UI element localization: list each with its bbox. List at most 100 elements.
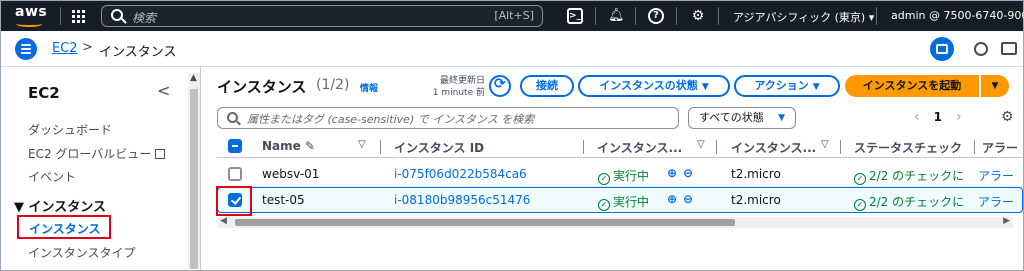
sidebar-item-label: インスタンス	[29, 222, 101, 236]
caret-down-icon: ▼	[701, 82, 709, 92]
state-filter-select[interactable]: すべての状態 ▼	[688, 107, 796, 129]
highlight-annotation	[216, 186, 252, 216]
page-title: インスタンス	[217, 78, 307, 96]
nav-divider	[876, 7, 877, 25]
cloudshell-icon[interactable]: >_	[567, 8, 583, 24]
zoom-out-icon[interactable]: ⊖	[683, 166, 693, 180]
sort-icon[interactable]: ▽	[821, 139, 829, 150]
scroll-up-icon[interactable]: ▲	[190, 73, 197, 83]
breadcrumb-ec2-link[interactable]: EC2	[52, 41, 78, 56]
bell-icon[interactable]: 🔔︎	[608, 8, 625, 24]
instance-search-input[interactable]: 属性またはタグ (case-sensitive) で インスタンス を検索	[217, 107, 679, 129]
nav-divider	[595, 7, 596, 25]
column-header-status-check[interactable]: ステータスチェック	[854, 139, 974, 156]
table-row[interactable]: websv-01 i-075f06d022b584ca6 ✓ 実行中 ⊕ ⊖ t2…	[217, 161, 1023, 187]
launch-dropdown-button[interactable]: ▼	[981, 75, 1009, 97]
column-divider[interactable]	[583, 140, 584, 154]
info-link[interactable]: 情報	[360, 81, 378, 94]
column-divider[interactable]	[974, 140, 975, 154]
refresh-button[interactable]	[489, 75, 511, 97]
table-horizontal-scrollbar[interactable]: ◀ ▶	[217, 216, 1013, 228]
help-icon[interactable]: ?	[648, 8, 664, 24]
column-header-alarm[interactable]: アラー	[982, 139, 1018, 156]
actions-label: アクション	[754, 79, 809, 92]
status-check: ✓ 2/2 のチェックに	[854, 167, 964, 185]
sidebar-item-instances[interactable]: インスタンス	[17, 215, 111, 239]
table-header: Name ✎ ▽ インスタンス ID インスタンス... ▽ インスタンス...…	[217, 136, 1023, 158]
instance-state-label: 実行中	[613, 195, 650, 209]
settings-hex-icon[interactable]	[974, 42, 988, 56]
scroll-right-icon[interactable]: ▶	[1003, 216, 1010, 226]
column-divider[interactable]	[840, 140, 841, 154]
breadcrumb-current: インスタンス	[99, 45, 177, 60]
actions-button[interactable]: アクション ▼	[734, 75, 840, 97]
instance-name: websv-01	[262, 167, 320, 181]
aws-logo-text: aws	[15, 4, 48, 20]
search-shortcut: [Alt+S]	[494, 9, 534, 22]
zoom-out-icon[interactable]: ⊖	[683, 192, 693, 206]
top-navigation: aws 検索 [Alt+S] >_ 🔔︎ ? ⚙ アジアパシフィック (東京) …	[1, 1, 1024, 31]
search-placeholder: 検索	[132, 11, 157, 25]
column-divider[interactable]	[716, 140, 717, 154]
status-check-label: 2/2 のチェックに	[869, 195, 965, 209]
instance-state-label: 実行中	[613, 169, 650, 183]
alarm-link[interactable]: アラー	[978, 193, 1014, 210]
sidebar-section-instances[interactable]: ▼ インスタンス	[14, 196, 106, 215]
region-selector[interactable]: アジアパシフィック (東京) ▾	[733, 9, 874, 25]
column-header-instance-id[interactable]: インスタンス ID	[394, 139, 484, 156]
alarm-link[interactable]: アラー	[978, 167, 1014, 184]
search-icon	[111, 9, 123, 21]
sort-icon[interactable]: ▽	[697, 139, 705, 150]
next-page-icon[interactable]: ›	[956, 109, 962, 125]
check-circle-icon: ✓	[598, 173, 610, 185]
current-page[interactable]: 1	[934, 110, 942, 124]
instance-state-button[interactable]: インスタンスの状態 ▼	[578, 75, 730, 97]
launch-instance-button[interactable]: インスタンスを起動	[845, 75, 979, 97]
column-header-instance-state[interactable]: インスタンス...	[597, 139, 682, 156]
instance-state: ✓ 実行中	[598, 167, 649, 185]
sidebar-item-instance-types[interactable]: インスタンスタイプ	[28, 244, 136, 261]
account-menu[interactable]: admin @ 7500-6740-9009 ▾	[891, 9, 1024, 22]
column-header-label: Name	[262, 139, 301, 153]
pagination: ‹ 1 ›	[914, 109, 962, 125]
sort-icon[interactable]: ▽	[358, 139, 366, 150]
last-updated-value: 1 minute 前	[432, 88, 485, 98]
column-divider[interactable]	[380, 140, 381, 154]
gear-icon[interactable]: ⚙	[690, 8, 706, 24]
select-all-checkbox[interactable]	[228, 139, 242, 153]
check-circle-icon: ✓	[854, 199, 866, 211]
status-check: ✓ 2/2 のチェックに	[854, 193, 964, 211]
column-header-name[interactable]: Name ✎	[262, 139, 315, 153]
connect-button[interactable]: 接続	[520, 75, 574, 97]
instance-type: t2.micro	[731, 167, 781, 181]
menu-icon[interactable]	[15, 38, 37, 60]
nav-divider	[718, 7, 719, 25]
aws-logo[interactable]: aws	[13, 4, 49, 28]
zoom-in-icon[interactable]: ⊕	[667, 192, 677, 206]
sidebar-item-global-view[interactable]: EC2 グローバルビュー	[28, 145, 166, 162]
row-checkbox[interactable]	[228, 167, 242, 181]
grid-icon[interactable]	[72, 10, 85, 23]
global-search-input[interactable]: 検索 [Alt+S]	[101, 5, 543, 27]
table-row[interactable]: test-05 i-08180b98956c51476 ✓ 実行中 ⊕ ⊖ t2.…	[217, 187, 1023, 213]
scroll-left-icon[interactable]: ◀	[220, 216, 227, 226]
breadcrumb-separator: >	[82, 40, 93, 55]
breadcrumb-bar: EC2 > インスタンス	[1, 31, 1023, 67]
instance-id-link[interactable]: i-08180b98956c51476	[394, 193, 530, 207]
column-header-instance-type[interactable]: インスタンス...	[731, 139, 816, 156]
sidebar-scrollbar[interactable]: ▲	[188, 73, 200, 269]
status-check-label: 2/2 のチェックに	[869, 169, 965, 183]
sidebar-collapse-icon[interactable]: <	[157, 81, 170, 100]
sidebar-item-events[interactable]: イベント	[28, 168, 76, 185]
sidebar-item-dashboard[interactable]: ダッシュボード	[28, 121, 112, 138]
instance-id-link[interactable]: i-075f06d022b584ca6	[394, 167, 527, 181]
state-filter-label: すべての状態	[699, 111, 764, 124]
feedback-icon[interactable]	[1001, 42, 1017, 55]
previous-page-icon[interactable]: ‹	[914, 109, 920, 125]
sidebar-title: EC2	[28, 84, 60, 102]
preferences-gear-icon[interactable]: ⚙	[1001, 109, 1014, 125]
zoom-in-icon[interactable]: ⊕	[667, 166, 677, 180]
scrollbar-thumb[interactable]	[190, 89, 198, 269]
scrollbar-thumb[interactable]	[235, 219, 735, 226]
panel-toggle-icon[interactable]	[930, 37, 954, 61]
